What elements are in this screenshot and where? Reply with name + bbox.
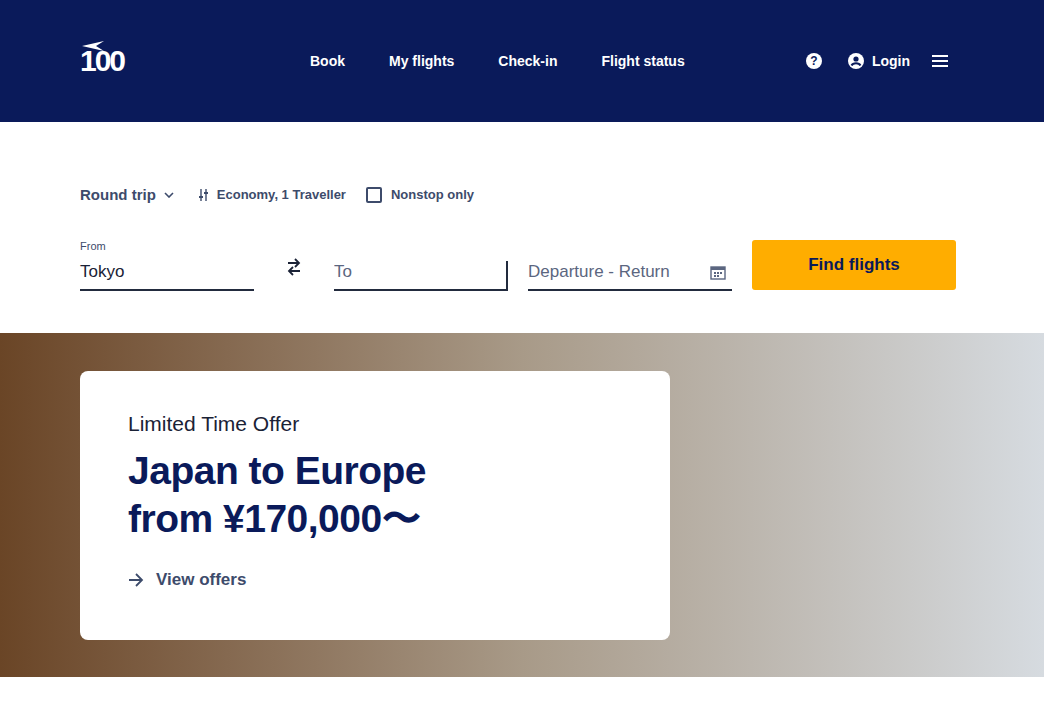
nonstop-checkbox[interactable]: Nonstop only (366, 185, 474, 205)
dates-field[interactable] (528, 261, 732, 291)
trip-type-label: Round trip (80, 184, 156, 207)
view-offers-link[interactable]: View offers (128, 567, 622, 593)
offer-card: Limited Time Offer Japan to Europe from … (80, 371, 670, 640)
nav-item[interactable]: My flights (389, 51, 454, 72)
link-label: View offers (156, 567, 246, 593)
top-bar: 100 Book My flights Check-in Flight stat… (0, 0, 1044, 122)
field-label: From (80, 239, 254, 253)
logo[interactable]: 100 (80, 46, 140, 76)
dates-input[interactable] (528, 261, 710, 283)
trip-type-select[interactable]: Round trip (80, 184, 174, 207)
arrow-right-icon (128, 573, 144, 587)
offer-eyebrow: Limited Time Offer (128, 411, 622, 437)
login-label: Login (872, 51, 910, 72)
to-input[interactable] (334, 261, 508, 291)
menu-icon[interactable] (932, 54, 948, 68)
help-icon[interactable]: ? (806, 53, 822, 69)
find-flights-button[interactable]: Find flights (752, 240, 956, 290)
calendar-icon (710, 265, 726, 280)
cabin-label: Economy, 1 Traveller (217, 185, 346, 205)
search-options: Round trip Economy, 1 Traveller Nonstop … (80, 185, 964, 205)
swap-icon (286, 257, 302, 277)
flight-search: Round trip Economy, 1 Traveller Nonstop … (0, 122, 1044, 333)
offer-headline: Japan to Europe from ¥170,000〜 (128, 447, 622, 543)
nav-item[interactable]: Book (310, 51, 345, 72)
chevron-down-icon (164, 192, 174, 198)
hero-banner: Limited Time Offer Japan to Europe from … (0, 333, 1044, 677)
utility-nav: ? Login (806, 51, 948, 72)
swap-button[interactable] (254, 257, 334, 291)
main-nav: Book My flights Check-in Flight status (310, 51, 685, 72)
nav-item[interactable]: Flight status (601, 51, 684, 72)
search-fields: From Tokyo Find flights (80, 239, 964, 291)
nav-item[interactable]: Check-in (498, 51, 557, 72)
checkbox-label: Nonstop only (391, 185, 474, 205)
sliders-icon (198, 189, 209, 201)
login-button[interactable]: Login (848, 51, 910, 72)
field-value: Tokyo (80, 261, 254, 283)
cabin-select[interactable]: Economy, 1 Traveller (198, 185, 346, 205)
from-field[interactable]: From Tokyo (80, 239, 254, 291)
headline-line: Japan to Europe (128, 447, 622, 495)
checkbox-box[interactable] (366, 187, 382, 203)
user-icon (848, 53, 864, 69)
plane-icon (82, 40, 104, 52)
headline-line: from ¥170,000〜 (128, 495, 622, 543)
